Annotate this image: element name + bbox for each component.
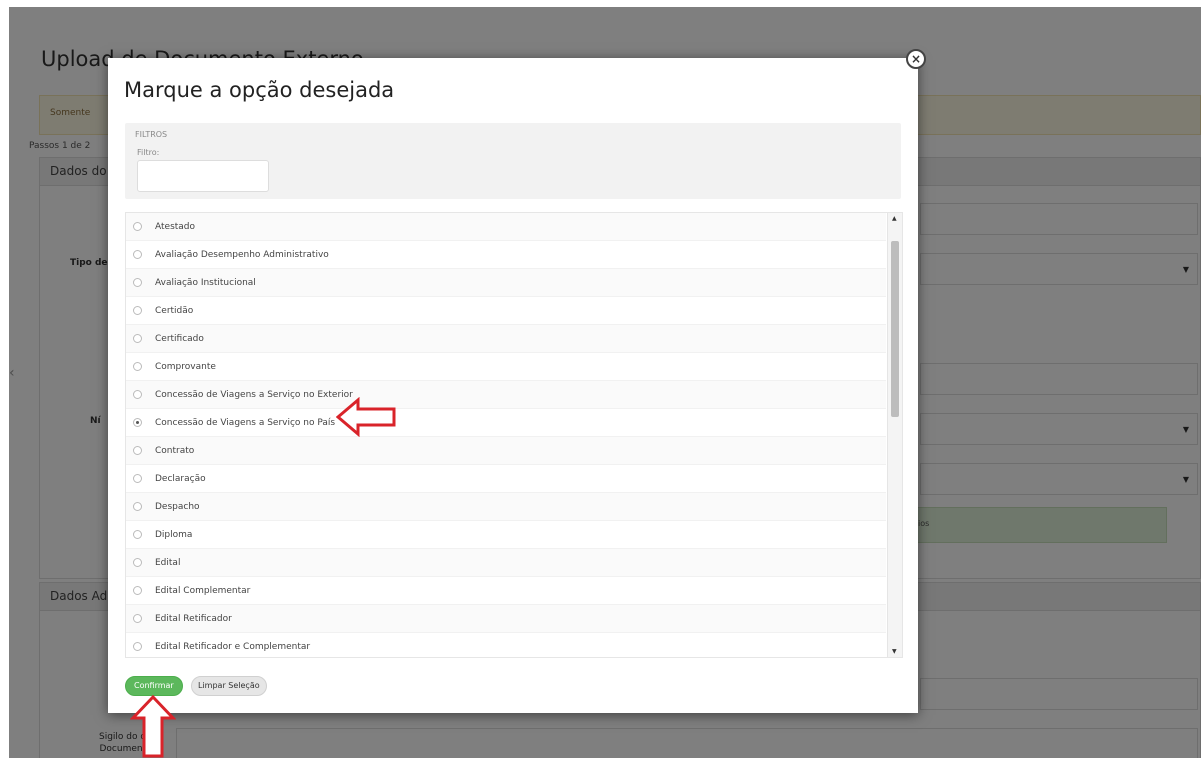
filter-label: Filtro: — [137, 148, 160, 157]
option-label: Despacho — [155, 501, 200, 512]
radio-button[interactable] — [133, 278, 142, 287]
option-label: Avaliação Desempenho Administrativo — [155, 249, 329, 260]
clear-selection-button[interactable]: Limpar Seleção — [191, 676, 267, 696]
chevron-down-icon[interactable]: ▼ — [892, 648, 897, 655]
option-label: Declaração — [155, 473, 206, 484]
option-label: Edital Retificador — [155, 613, 232, 624]
list-item[interactable]: Edital Retificador — [126, 605, 886, 633]
list-item[interactable]: Concessão de Viagens a Serviço no Exteri… — [126, 381, 886, 409]
radio-button[interactable] — [133, 390, 142, 399]
radio-button[interactable] — [133, 642, 142, 651]
list-item[interactable]: Concessão de Viagens a Serviço no País — [126, 409, 886, 437]
radio-button[interactable] — [133, 586, 142, 595]
list-item[interactable]: Certificado — [126, 325, 886, 353]
list-item[interactable]: Edital Complementar — [126, 577, 886, 605]
radio-button[interactable] — [133, 418, 142, 427]
radio-button[interactable] — [133, 558, 142, 567]
radio-button[interactable] — [133, 306, 142, 315]
option-label: Concessão de Viagens a Serviço no Exteri… — [155, 389, 353, 400]
option-label: Concessão de Viagens a Serviço no País — [155, 417, 336, 428]
option-label: Certificado — [155, 333, 204, 344]
options-list-inner: Atestado Avaliação Desempenho Administrat… — [126, 213, 886, 657]
radio-button[interactable] — [133, 362, 142, 371]
options-list[interactable]: Atestado Avaliação Desempenho Administrat… — [125, 212, 903, 658]
list-item[interactable]: Avaliação Desempenho Administrativo — [126, 241, 886, 269]
radio-button[interactable] — [133, 334, 142, 343]
list-item[interactable]: Despacho — [126, 493, 886, 521]
option-label: Contrato — [155, 445, 195, 456]
filters-section: FILTROS Filtro: — [125, 123, 901, 199]
confirm-button[interactable]: Confirmar — [125, 676, 183, 696]
radio-button[interactable] — [133, 474, 142, 483]
list-item[interactable]: Atestado — [126, 213, 886, 241]
option-label: Diploma — [155, 529, 193, 540]
list-item[interactable]: Certidão — [126, 297, 886, 325]
annotation-arrow-up-icon — [130, 694, 176, 758]
list-item[interactable]: Declaração — [126, 465, 886, 493]
list-item[interactable]: Edital — [126, 549, 886, 577]
annotation-arrow-left-icon — [336, 397, 396, 437]
radio-button[interactable] — [133, 446, 142, 455]
selection-modal: Marque a opção desejada FILTROS Filtro: … — [108, 58, 918, 713]
filters-legend: FILTROS — [135, 130, 168, 139]
radio-button[interactable] — [133, 250, 142, 259]
list-item[interactable]: Avaliação Institucional — [126, 269, 886, 297]
modal-title: Marque a opção desejada — [124, 78, 395, 102]
option-label: Edital — [155, 557, 181, 568]
radio-button[interactable] — [133, 614, 142, 623]
option-label: Edital Retificador e Complementar — [155, 641, 311, 652]
radio-button[interactable] — [133, 502, 142, 511]
radio-button[interactable] — [133, 530, 142, 539]
list-item[interactable]: Contrato — [126, 437, 886, 465]
list-item[interactable]: Diploma — [126, 521, 886, 549]
option-label: Edital Complementar — [155, 585, 251, 596]
option-label: Atestado — [155, 221, 196, 232]
list-item[interactable]: Comprovante — [126, 353, 886, 381]
close-icon[interactable]: × — [906, 49, 926, 69]
option-label: Avaliação Institucional — [155, 277, 256, 288]
scrollbar[interactable]: ▲ ▼ — [887, 213, 902, 657]
chevron-up-icon[interactable]: ▲ — [892, 215, 897, 222]
option-label: Comprovante — [155, 361, 216, 372]
radio-button[interactable] — [133, 222, 142, 231]
option-label: Certidão — [155, 305, 194, 316]
list-item[interactable]: Edital Retificador e Complementar — [126, 633, 886, 657]
scrollbar-thumb[interactable] — [891, 241, 899, 417]
filter-input[interactable] — [137, 160, 269, 192]
